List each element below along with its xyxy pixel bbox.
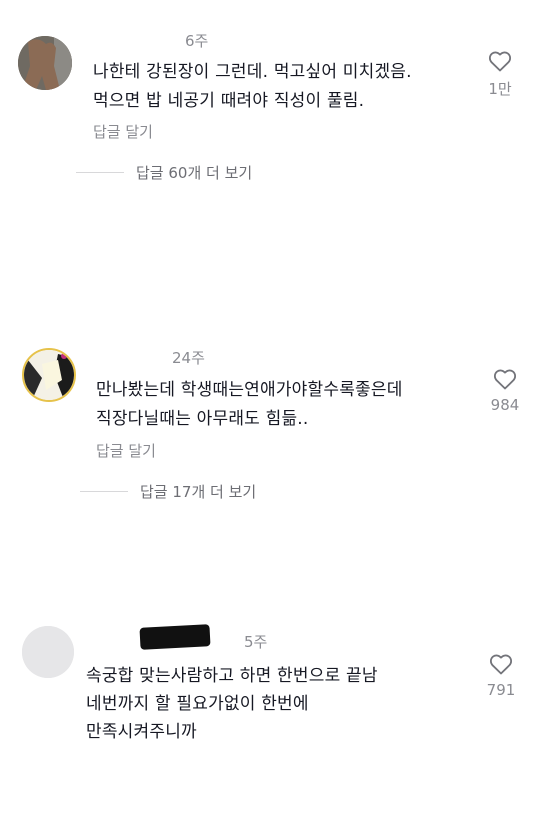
comment-text-line-1: 속궁합 맞는사람하고 하면 한번으로 끝남: [86, 666, 378, 686]
comment-3: 5주 속궁합 맞는사람하고 하면 한번으로 끝남 네번까지 할 필요가없이 한번…: [0, 0, 540, 831]
comment-text-line-3: 만족시켜주니까: [86, 722, 197, 742]
default-avatar-icon: [22, 626, 74, 678]
comment-text-line-2: 네번까지 할 필요가없이 한번에: [86, 694, 309, 714]
like-count: 791: [486, 681, 516, 699]
like-button[interactable]: 791: [476, 653, 526, 699]
redacted-username: [139, 624, 211, 650]
comment-meta: 5주: [244, 633, 268, 651]
avatar[interactable]: [22, 626, 74, 678]
heart-icon: [489, 654, 513, 675]
